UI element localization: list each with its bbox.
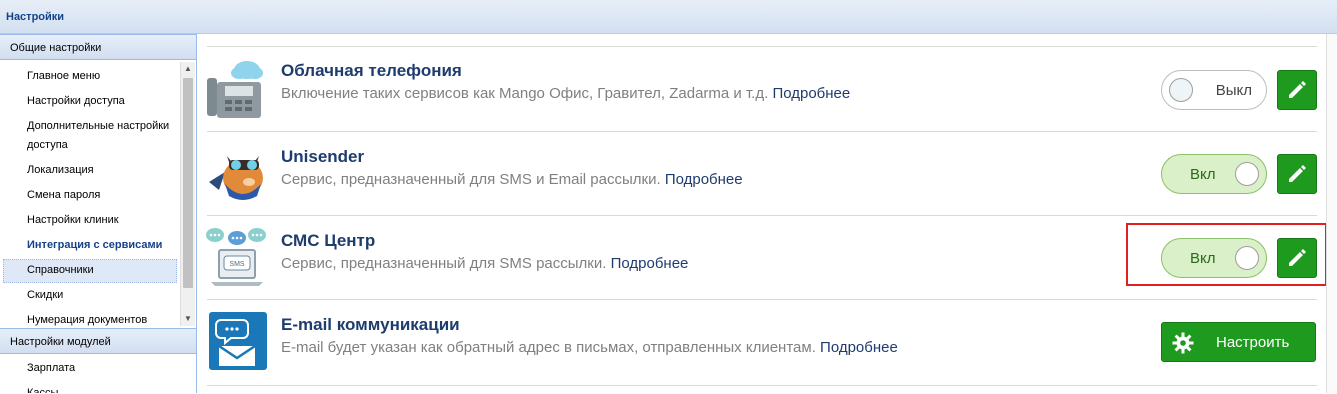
pencil-icon <box>1289 81 1306 98</box>
divider <box>207 131 1317 132</box>
sidebar-item-localization[interactable]: Локализация <box>27 161 177 180</box>
configure-button[interactable]: Настроить <box>1161 322 1316 362</box>
sidebar-item-integrations[interactable]: Интеграция с сервисами <box>27 236 177 255</box>
sidebar-item-extra-access[interactable]: Дополнительные настройки доступа <box>27 117 177 155</box>
scroll-up-arrow-icon[interactable]: ▲ <box>181 62 195 76</box>
integrations-panel: Облачная телефония Включение таких серви… <box>197 34 1327 394</box>
module-settings-header[interactable]: Настройки модулей <box>0 328 196 354</box>
email-chat-icon <box>205 310 269 374</box>
toggle-label: Вкл <box>1190 166 1216 183</box>
service-description: Сервис, предназначенный для SMS и Email … <box>281 171 743 188</box>
scrollbar-thumb[interactable] <box>183 78 193 288</box>
scroll-down-arrow-icon[interactable]: ▼ <box>181 312 195 326</box>
more-link[interactable]: Подробнее <box>611 255 689 272</box>
settings-sidebar: Общие настройки Главное меню Настройки д… <box>0 34 197 393</box>
divider <box>207 215 1317 216</box>
unisender-toggle[interactable]: Вкл <box>1161 154 1267 194</box>
toggle-knob <box>1235 162 1259 186</box>
general-settings-header[interactable]: Общие настройки <box>0 34 196 60</box>
more-link[interactable]: Подробнее <box>820 339 898 356</box>
sidebar-item-discounts[interactable]: Скидки <box>27 286 177 305</box>
svg-text:SMS: SMS <box>229 261 245 268</box>
more-link[interactable]: Подробнее <box>772 85 850 102</box>
more-link[interactable]: Подробнее <box>665 171 743 188</box>
edit-button[interactable] <box>1277 70 1317 110</box>
service-name: E-mail коммуникации <box>281 315 460 334</box>
sidebar-item-clinic-settings[interactable]: Настройки клиник <box>27 211 177 230</box>
sidebar-item-cash[interactable]: Кассы <box>27 384 177 393</box>
service-name: СМС Центр <box>281 231 376 250</box>
divider <box>207 299 1317 300</box>
service-name: Облачная телефония <box>281 61 462 80</box>
general-settings-list: Главное меню Настройки доступа Дополните… <box>0 61 180 326</box>
cloud-telephony-toggle[interactable]: Выкл <box>1161 70 1267 110</box>
configure-label: Настроить <box>1216 334 1290 351</box>
sidebar-item-salary[interactable]: Зарплата <box>27 359 177 378</box>
window-title: Настройки <box>6 11 65 23</box>
sidebar-item-change-password[interactable]: Смена пароля <box>27 186 177 205</box>
divider <box>207 385 1317 386</box>
sidebar-scrollbar[interactable]: ▲ ▼ <box>180 62 195 326</box>
highlight-box <box>1126 223 1327 286</box>
service-description: E-mail будет указан как обратный адрес в… <box>281 339 898 356</box>
service-description: Включение таких сервисов как Mango Офис,… <box>281 85 851 102</box>
cloud-phone-icon <box>205 56 269 120</box>
pencil-icon <box>1289 165 1306 182</box>
sidebar-item-access-settings[interactable]: Настройки доступа <box>27 92 177 111</box>
service-cloud-telephony: Облачная телефония Включение таких серви… <box>197 56 1325 140</box>
service-email: E-mail коммуникации E-mail будет указан … <box>197 310 1325 394</box>
edit-button[interactable] <box>1277 154 1317 194</box>
unisender-mascot-icon <box>205 142 269 206</box>
service-description: Сервис, предназначенный для SMS рассылки… <box>281 255 689 272</box>
service-unisender: Unisender Сервис, предназначенный для SM… <box>197 142 1325 226</box>
window-titlebar: Настройки <box>0 0 1337 34</box>
service-name: Unisender <box>281 147 365 166</box>
toggle-knob <box>1169 78 1193 102</box>
sidebar-item-main-menu[interactable]: Главное меню <box>27 67 177 86</box>
sms-laptop-icon: SMS <box>205 226 269 290</box>
module-settings-list: Зарплата Кассы <box>0 355 180 393</box>
content-scrollbar[interactable] <box>1326 34 1337 393</box>
toggle-label: Выкл <box>1215 82 1252 99</box>
divider <box>207 46 1317 47</box>
sidebar-item-directories[interactable]: Справочники <box>27 261 177 280</box>
gear-icon <box>1172 332 1194 354</box>
